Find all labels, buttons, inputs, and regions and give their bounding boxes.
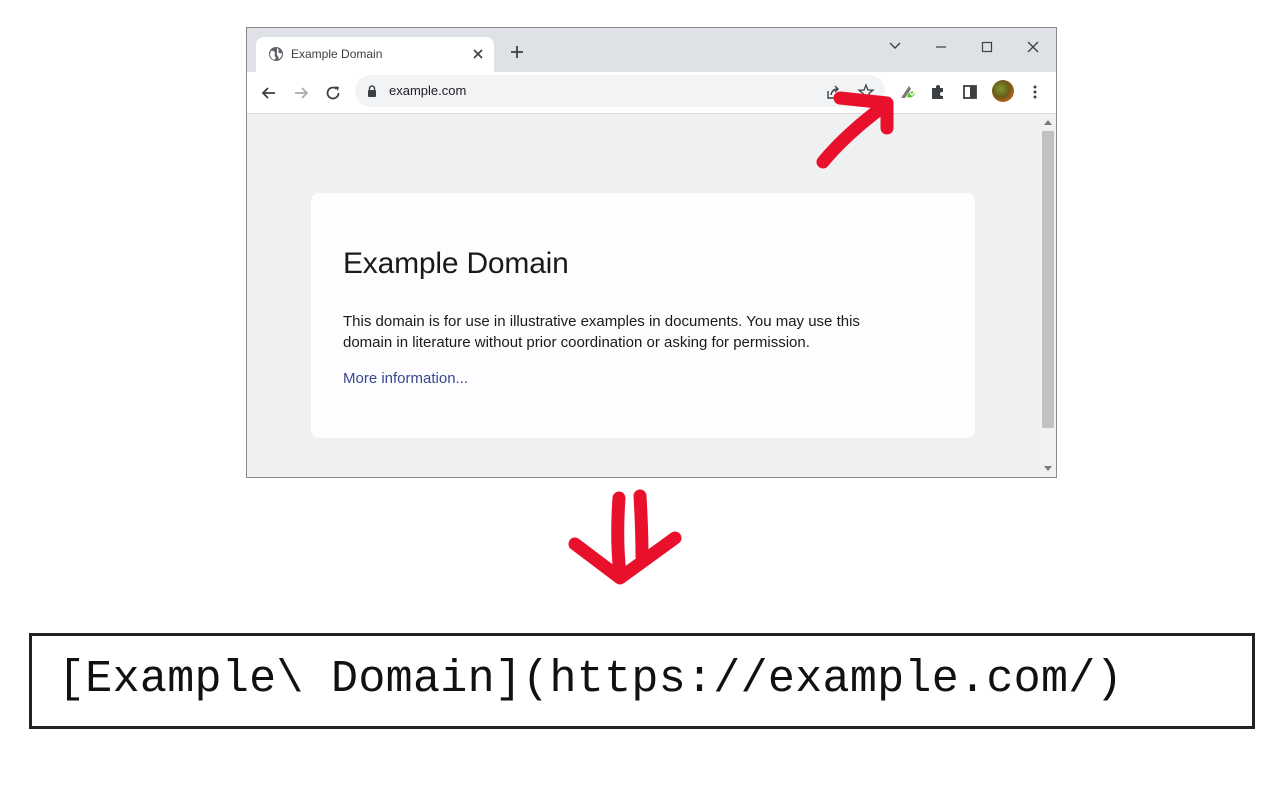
side-panel-icon[interactable] [960,82,980,102]
forward-arrow-icon[interactable] [291,83,311,103]
scroll-down-arrow-icon[interactable] [1044,466,1052,471]
tab-title: Example Domain [291,47,383,61]
browser-toolbar: example.com [247,72,1056,114]
share-icon[interactable] [825,83,843,101]
content-card: Example Domain This domain is for use in… [311,193,975,438]
globe-icon [269,47,283,61]
markdown-link-text: [Example\ Domain](https://example.com/) [58,654,1123,705]
lock-icon[interactable] [365,84,379,98]
markdown-output-box: [Example\ Domain](https://example.com/) [29,633,1255,729]
tab-example-domain[interactable]: Example Domain [256,37,494,72]
back-arrow-icon[interactable] [259,83,279,103]
down-arrow-shaft-right [633,489,649,563]
vertical-scrollbar[interactable] [1040,114,1056,477]
maximize-icon[interactable] [973,34,1001,58]
url-text[interactable]: example.com [389,83,466,98]
extension-active-icon[interactable] [898,82,918,102]
puzzle-icon[interactable] [928,82,948,102]
page-viewport: Example Domain This domain is for use in… [247,114,1039,477]
chevron-down-icon[interactable] [881,34,909,58]
page-heading: Example Domain [343,247,569,280]
address-bar[interactable]: example.com [355,75,885,107]
close-icon[interactable] [1019,34,1047,58]
scrollbar-thumb[interactable] [1042,131,1054,428]
minimize-icon[interactable] [927,34,955,58]
browser-window: Example Domain example.com Example Domai… [246,27,1057,478]
page-description: This domain is for use in illustrative e… [343,313,860,351]
close-icon[interactable] [470,46,486,62]
tab-strip: Example Domain [247,28,1056,72]
reload-icon[interactable] [323,83,343,103]
star-icon[interactable] [857,83,875,101]
more-information-link[interactable]: More information... [343,370,468,387]
plus-icon[interactable] [508,43,526,61]
avatar[interactable] [992,80,1014,102]
scroll-up-arrow-icon[interactable] [1044,120,1052,125]
kebab-menu-icon[interactable] [1025,82,1045,102]
down-arrow-head [568,531,682,585]
down-arrow-shaft-left [611,491,627,581]
